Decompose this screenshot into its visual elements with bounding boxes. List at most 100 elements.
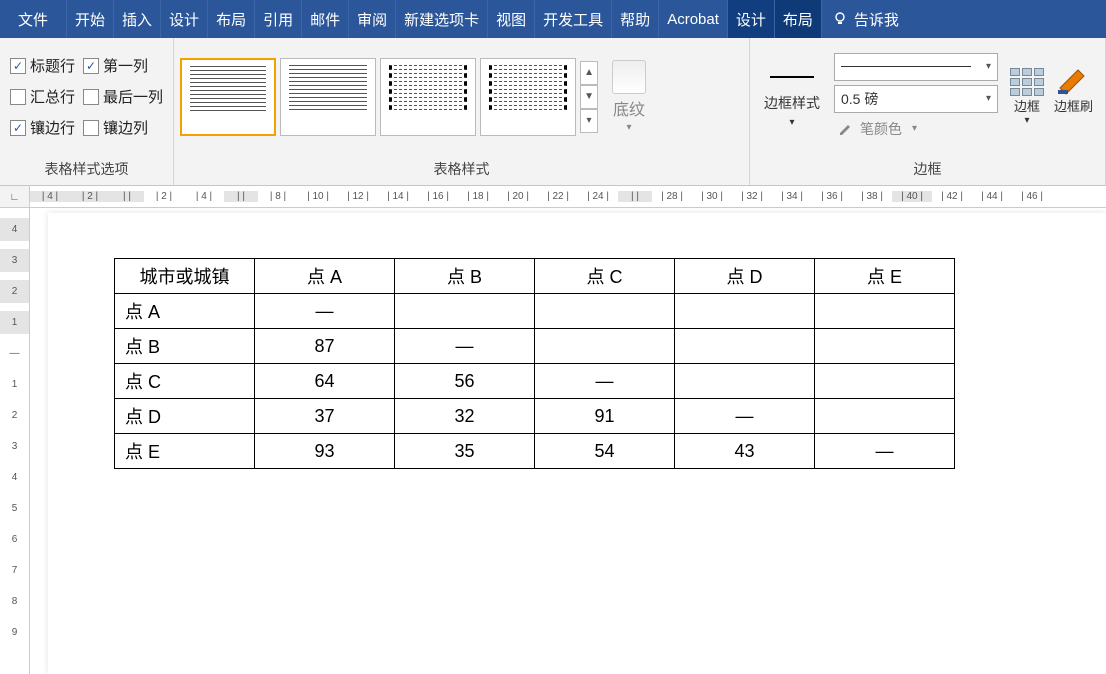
table-cell[interactable]: 32 [395, 399, 535, 434]
table-cell[interactable] [815, 364, 955, 399]
check-banded-rows-label: 镶边行 [30, 117, 75, 138]
ruler-tick: | | [110, 191, 144, 202]
tab-review[interactable]: 审阅 [349, 0, 396, 38]
table-cell[interactable] [815, 329, 955, 364]
table-cell[interactable] [815, 399, 955, 434]
group-label-borders: 边框 [750, 155, 1105, 185]
tell-me-label: 告诉我 [854, 9, 899, 30]
document-table[interactable]: 城市或城镇点 A点 B点 C点 D点 E 点 A—点 B87—点 C6456—点… [114, 258, 955, 469]
table-row-header[interactable]: 点 D [115, 399, 255, 434]
ruler-tick: | 32 | [732, 191, 772, 202]
tab-layout[interactable]: 布局 [208, 0, 255, 38]
vertical-ruler[interactable]: 4321—123456789 [0, 208, 30, 674]
table-style-thumb[interactable] [180, 58, 276, 136]
tab-table-design[interactable]: 设计 [728, 0, 775, 38]
table-cell[interactable] [675, 329, 815, 364]
check-last-col[interactable]: 最后一列 [83, 86, 163, 107]
table-cell[interactable]: 91 [535, 399, 675, 434]
table-style-gallery: ▲ ▼ ▾ 底纹 ▾ [180, 56, 656, 137]
tab-table-layout[interactable]: 布局 [775, 0, 822, 38]
table-cell[interactable]: — [535, 364, 675, 399]
tab-file[interactable]: 文件 [0, 0, 67, 38]
ruler-tick: | | [224, 191, 258, 202]
check-banded-rows[interactable]: ✓镶边行 [10, 117, 75, 138]
table-cell[interactable] [675, 294, 815, 329]
ruler-tick: | 28 | [652, 191, 692, 202]
table-cell[interactable] [815, 294, 955, 329]
ruler-tick: 4 [12, 466, 18, 489]
table-corner-header[interactable]: 城市或城镇 [115, 259, 255, 294]
table-cell[interactable] [535, 329, 675, 364]
table-cell[interactable] [395, 294, 535, 329]
table-cell[interactable]: 35 [395, 434, 535, 469]
gallery-more-button[interactable]: ▾ [580, 109, 598, 133]
table-row-header[interactable]: 点 C [115, 364, 255, 399]
tab-developer[interactable]: 开发工具 [535, 0, 612, 38]
table-cell[interactable]: 37 [255, 399, 395, 434]
table-column-header[interactable]: 点 D [675, 259, 815, 294]
table-cell[interactable]: 56 [395, 364, 535, 399]
ruler-tick: | 30 | [692, 191, 732, 202]
ruler-tick: | 34 | [772, 191, 812, 202]
pen-color-button[interactable]: 笔颜色 ▾ [834, 117, 998, 141]
table-cell[interactable] [535, 294, 675, 329]
ruler-tick: 3 [0, 249, 29, 272]
tab-insert[interactable]: 插入 [114, 0, 161, 38]
table-cell[interactable]: 87 [255, 329, 395, 364]
table-column-header[interactable]: 点 E [815, 259, 955, 294]
border-weight-combo[interactable]: 0.5 磅▾ [834, 85, 998, 113]
tab-help[interactable]: 帮助 [612, 0, 659, 38]
table-cell[interactable] [675, 364, 815, 399]
border-painter-button[interactable]: 边框刷 [1050, 66, 1097, 128]
table-cell[interactable]: — [255, 294, 395, 329]
table-row: 点 D373291— [115, 399, 955, 434]
table-style-thumb[interactable] [380, 58, 476, 136]
table-cell[interactable]: 43 [675, 434, 815, 469]
gallery-up-button[interactable]: ▲ [580, 61, 598, 85]
tab-mailings[interactable]: 邮件 [302, 0, 349, 38]
check-header-row[interactable]: ✓标题行 [10, 55, 75, 76]
table-cell[interactable]: 64 [255, 364, 395, 399]
ribbon-tabs: 文件 开始 插入 设计 布局 引用 邮件 审阅 新建选项卡 视图 开发工具 帮助… [0, 0, 1106, 38]
tab-view[interactable]: 视图 [488, 0, 535, 38]
tab-design[interactable]: 设计 [161, 0, 208, 38]
pen-color-label: 笔颜色 [860, 119, 902, 139]
ribbon-content: ✓标题行 汇总行 ✓镶边行 ✓第一列 最后一列 镶边列 表格样式选项 ▲ ▼ [0, 38, 1106, 186]
table-row-header[interactable]: 点 E [115, 434, 255, 469]
tab-home[interactable]: 开始 [67, 0, 114, 38]
tab-selector[interactable]: ∟ [0, 186, 30, 208]
ruler-tick: 7 [12, 559, 18, 582]
check-banded-cols[interactable]: 镶边列 [83, 117, 163, 138]
tab-newtab[interactable]: 新建选项卡 [396, 0, 488, 38]
table-row: 点 E93355443— [115, 434, 955, 469]
tell-me-search[interactable]: 告诉我 [822, 0, 909, 38]
table-cell[interactable]: 93 [255, 434, 395, 469]
border-sample-icon [764, 65, 820, 89]
ruler-tick: 1 [0, 311, 29, 334]
border-styles-button[interactable]: 边框样式 ▾ [756, 61, 828, 132]
gallery-down-button[interactable]: ▼ [580, 85, 598, 109]
border-line-style-combo[interactable]: ▾ [834, 53, 998, 81]
borders-button[interactable]: 边框 ▾ [1006, 66, 1048, 128]
table-style-thumb[interactable] [480, 58, 576, 136]
chevron-down-icon: ▾ [986, 61, 991, 72]
table-row-header[interactable]: 点 A [115, 294, 255, 329]
table-cell[interactable]: — [815, 434, 955, 469]
tab-acrobat[interactable]: Acrobat [659, 0, 728, 38]
table-row: 点 B87— [115, 329, 955, 364]
ruler-tick: 9 [12, 621, 18, 644]
check-total-row[interactable]: 汇总行 [10, 86, 75, 107]
table-column-header[interactable]: 点 A [255, 259, 395, 294]
table-cell[interactable]: — [395, 329, 535, 364]
table-column-header[interactable]: 点 B [395, 259, 535, 294]
table-style-thumb[interactable] [280, 58, 376, 136]
table-row-header[interactable]: 点 B [115, 329, 255, 364]
table-cell[interactable]: 54 [535, 434, 675, 469]
check-first-col-label: 第一列 [103, 55, 148, 76]
table-column-header[interactable]: 点 C [535, 259, 675, 294]
horizontal-ruler[interactable]: ∟ | 4 || 2 || || 2 || 4 || || 8 || 10 ||… [0, 186, 1106, 208]
tab-references[interactable]: 引用 [255, 0, 302, 38]
table-cell[interactable]: — [675, 399, 815, 434]
check-first-col[interactable]: ✓第一列 [83, 55, 163, 76]
shading-button[interactable]: 底纹 ▾ [602, 56, 656, 137]
